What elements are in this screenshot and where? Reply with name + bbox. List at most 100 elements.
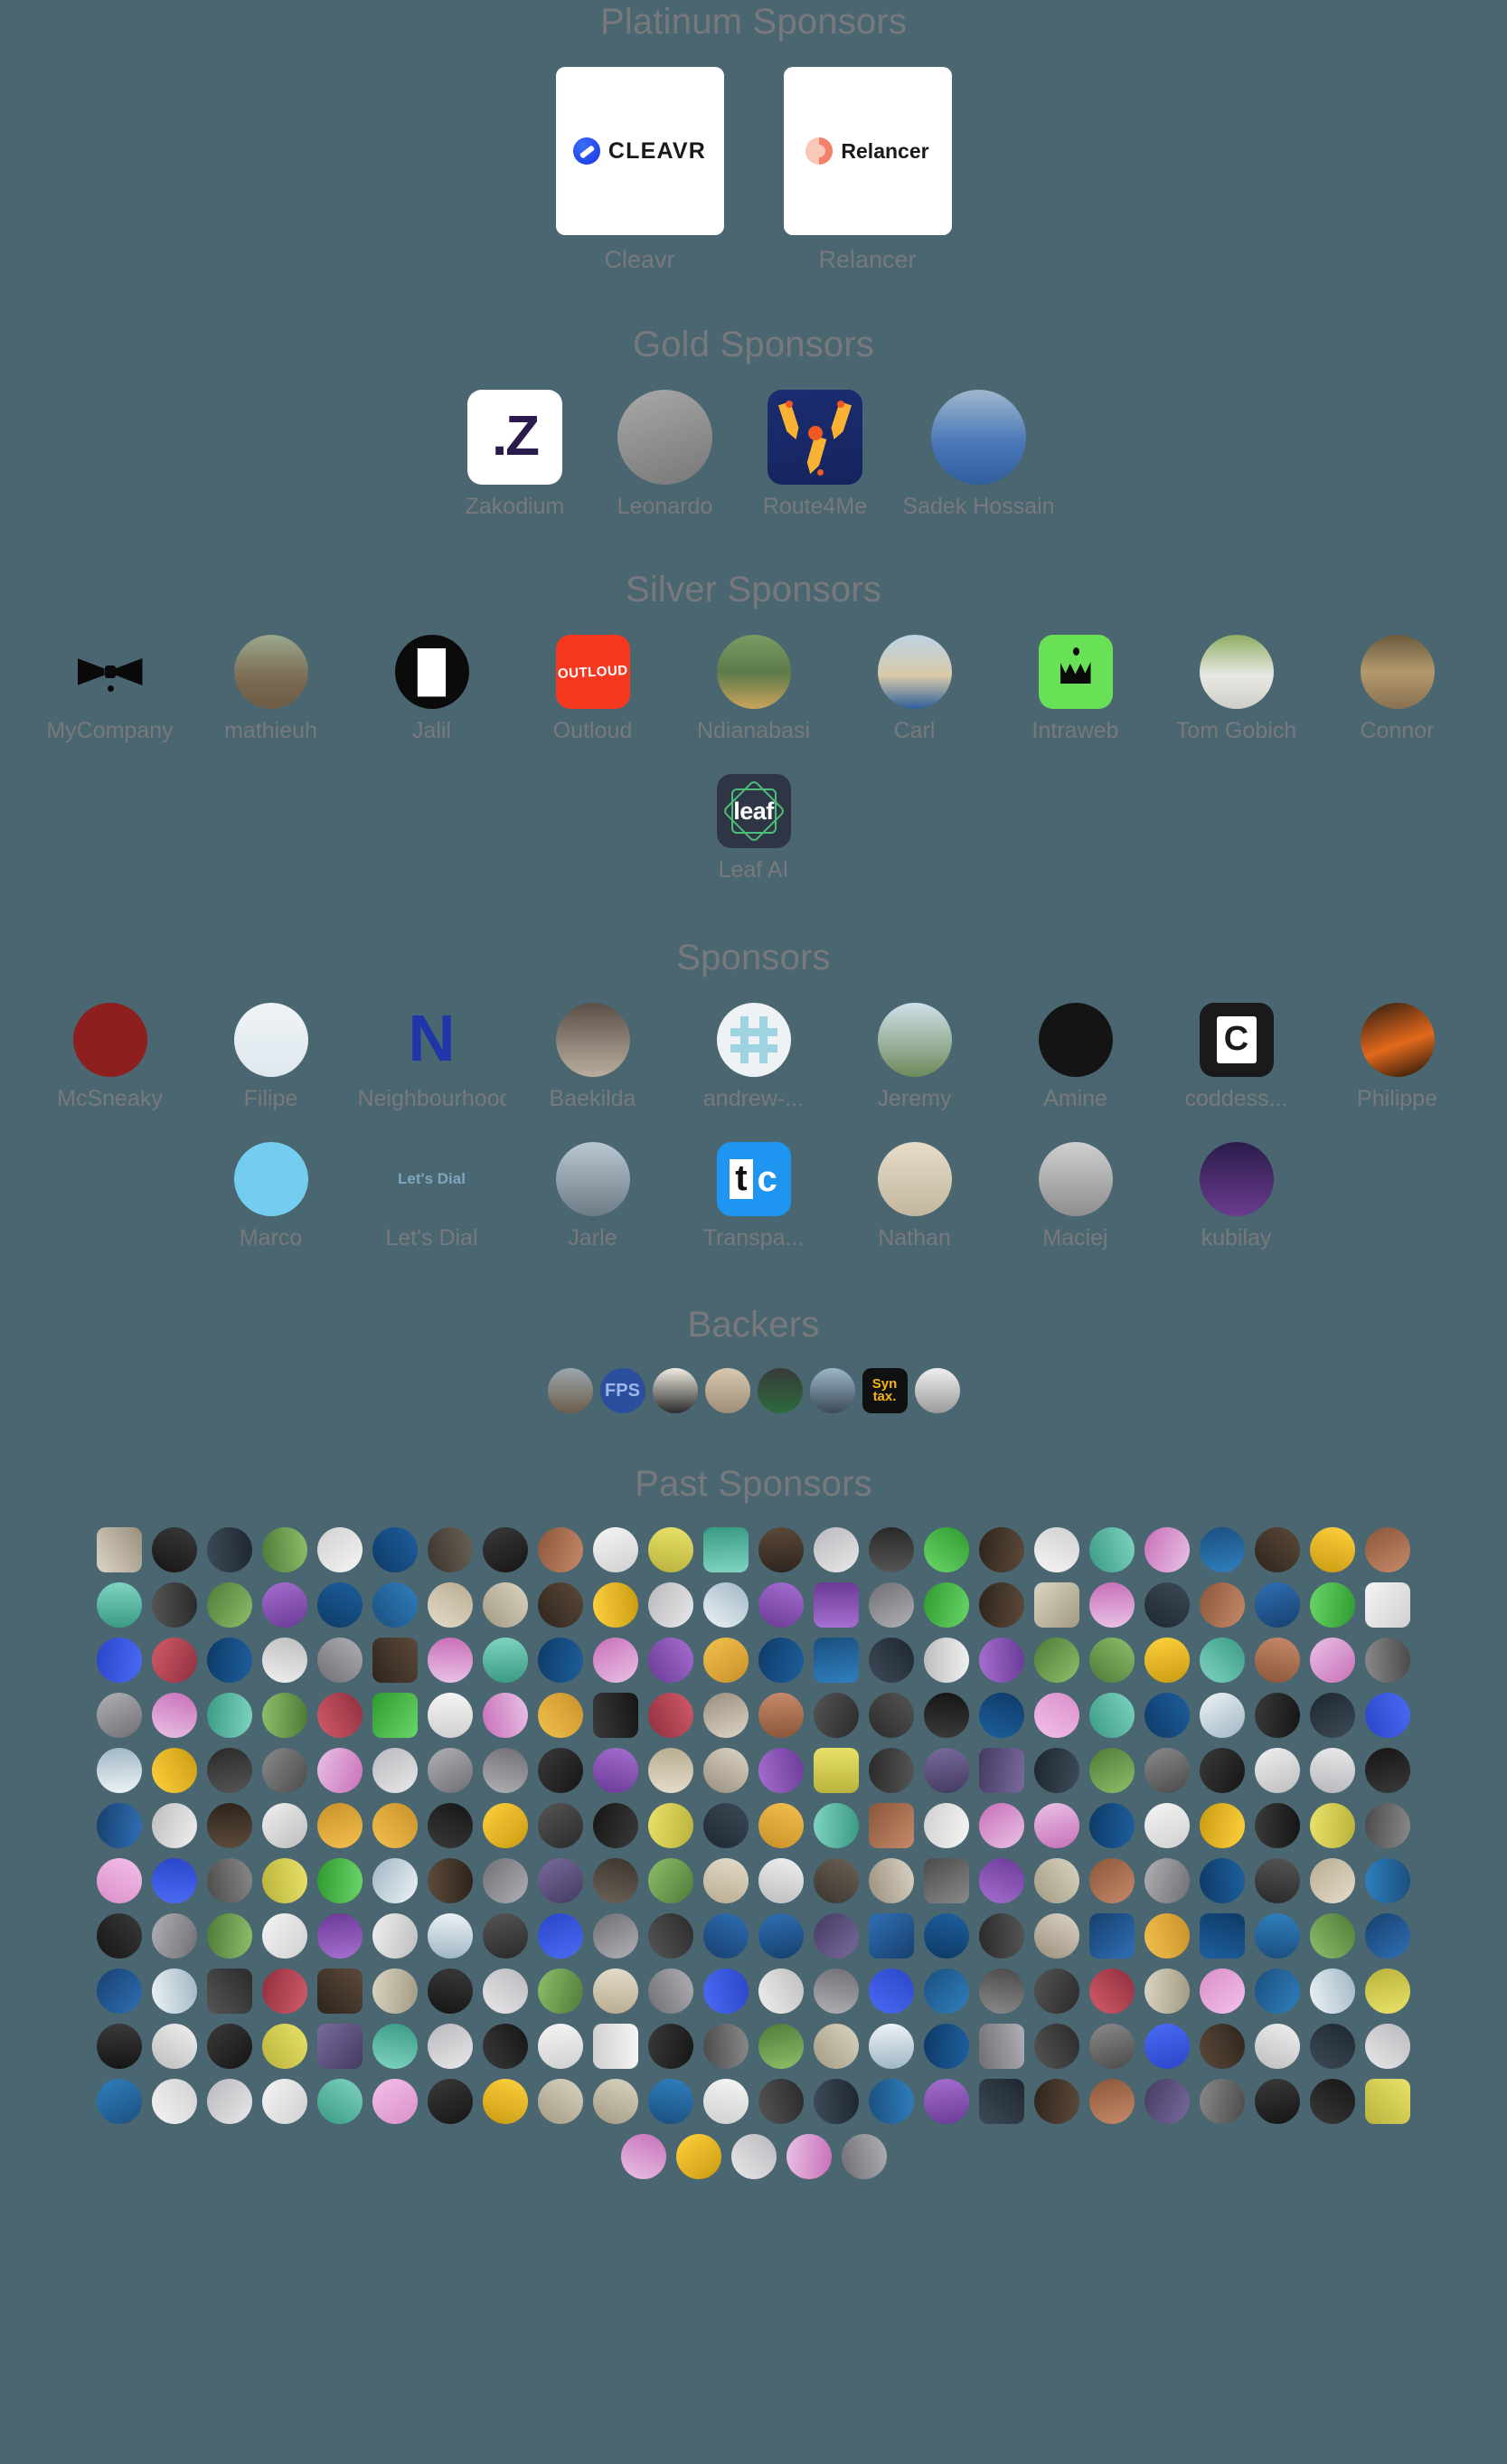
past-sponsor-avatar[interactable] [1089,2024,1135,2069]
past-sponsor-avatar[interactable] [1144,1968,1190,2014]
sponsor-logo-cleavr[interactable]: CLEAVR [555,67,724,235]
past-sponsor-avatar[interactable] [703,1913,749,1959]
past-sponsor-avatar[interactable] [1089,1803,1135,1848]
sponsor-nathan[interactable]: Nathan [841,1141,989,1252]
past-sponsor-avatar[interactable] [1255,1968,1300,2014]
sponsor-logo-lets-dial[interactable]: Let's Dial [394,1141,469,1216]
past-sponsor-avatar[interactable] [317,1638,363,1683]
past-sponsor-avatar[interactable] [372,1803,418,1848]
past-sponsor-avatar[interactable] [1310,1803,1355,1848]
past-sponsor-avatar[interactable] [1144,1527,1190,1572]
past-sponsor-avatar[interactable] [979,1527,1024,1572]
past-sponsor-avatar[interactable] [372,2024,418,2069]
past-sponsor-avatar[interactable] [372,1582,418,1628]
sponsor-philippe[interactable]: Philippe [1323,1002,1472,1113]
past-sponsor-avatar[interactable] [814,1913,859,1959]
past-sponsor-avatar[interactable] [814,2024,859,2069]
sponsor-lets-dial[interactable]: Let's Dial Let's Dial [358,1141,506,1252]
past-sponsor-avatar[interactable] [97,1638,142,1683]
sponsor-avatar-jarle[interactable] [555,1141,630,1216]
past-sponsor-avatar[interactable] [538,1748,583,1793]
past-sponsor-avatar[interactable] [152,1748,197,1793]
past-sponsor-avatar[interactable] [869,1693,914,1738]
sponsor-logo-neighbourhoodie[interactable]: N [394,1002,469,1077]
past-sponsor-avatar[interactable] [317,1748,363,1793]
sponsor-avatar-maciej[interactable] [1038,1141,1113,1216]
sponsor-ndianabasi[interactable]: Ndianabasi [680,635,828,745]
past-sponsor-avatar[interactable] [869,1638,914,1683]
past-sponsor-avatar[interactable] [1200,1527,1245,1572]
past-sponsor-avatar[interactable] [1089,1582,1135,1628]
past-sponsor-avatar[interactable] [979,1693,1024,1738]
past-sponsor-avatar[interactable] [924,1693,969,1738]
past-sponsor-avatar[interactable] [593,1858,638,1903]
past-sponsor-avatar[interactable] [1144,1803,1190,1848]
past-sponsor-avatar[interactable] [703,1803,749,1848]
past-sponsor-avatar[interactable] [593,1527,638,1572]
past-sponsor-avatar[interactable] [1200,2024,1245,2069]
past-sponsor-avatar[interactable] [924,1748,969,1793]
past-sponsor-avatar[interactable] [428,1858,473,1903]
past-sponsor-avatar[interactable] [648,1913,693,1959]
backer-avatar[interactable] [547,1368,593,1413]
past-sponsor-avatar[interactable] [1255,1638,1300,1683]
past-sponsor-avatar[interactable] [1365,1748,1410,1793]
past-sponsor-avatar[interactable] [317,1968,363,2014]
sponsor-mcsneaky[interactable]: McSneaky [36,1002,184,1113]
past-sponsor-avatar[interactable] [758,1858,804,1903]
past-sponsor-avatar[interactable] [1200,1803,1245,1848]
past-sponsor-avatar[interactable] [703,1968,749,2014]
past-sponsor-avatar[interactable] [703,2079,749,2124]
past-sponsor-avatar[interactable] [758,1913,804,1959]
past-sponsor-avatar[interactable] [1034,1803,1079,1848]
past-sponsor-avatar[interactable] [1200,2079,1245,2124]
past-sponsor-avatar[interactable] [207,1748,252,1793]
past-sponsor-avatar[interactable] [814,1748,859,1793]
sponsor-avatar-jalil[interactable]: █ [394,635,469,709]
backer-avatar[interactable] [757,1368,803,1413]
past-sponsor-avatar[interactable] [1034,1582,1079,1628]
backer-avatar[interactable] [809,1368,855,1413]
past-sponsor-avatar[interactable] [372,1748,418,1793]
past-sponsor-avatar[interactable] [1089,1913,1135,1959]
past-sponsor-avatar[interactable] [703,1748,749,1793]
past-sponsor-avatar[interactable] [593,1748,638,1793]
past-sponsor-avatar[interactable] [207,1582,252,1628]
past-sponsor-avatar[interactable] [1034,1858,1079,1903]
past-sponsor-avatar[interactable] [428,1527,473,1572]
past-sponsor-avatar[interactable] [648,1803,693,1848]
sponsor-leaf-ai[interactable]: leaf Leaf AI [680,774,828,884]
past-sponsor-avatar[interactable] [814,1527,859,1572]
past-sponsor-avatar[interactable] [483,1803,528,1848]
sponsor-avatar-nathan[interactable] [877,1141,952,1216]
past-sponsor-avatar[interactable] [869,2024,914,2069]
sponsor-avatar-baekilda[interactable] [555,1002,630,1077]
past-sponsor-avatar[interactable] [372,1638,418,1683]
past-sponsor-avatar[interactable] [924,1858,969,1903]
past-sponsor-avatar[interactable] [428,1803,473,1848]
past-sponsor-avatar[interactable] [152,1582,197,1628]
past-sponsor-avatar[interactable] [428,1913,473,1959]
sponsor-leonardo[interactable]: Leonardo [602,389,729,521]
sponsor-mathieuh[interactable]: mathieuh [197,635,345,745]
past-sponsor-avatar[interactable] [97,1913,142,1959]
past-sponsor-avatar[interactable] [483,1693,528,1738]
past-sponsor-avatar[interactable] [814,1582,859,1628]
past-sponsor-avatar[interactable] [97,1858,142,1903]
past-sponsor-avatar[interactable] [1089,1693,1135,1738]
past-sponsor-avatar[interactable] [924,2079,969,2124]
sponsor-route4me[interactable]: Route4Me [752,389,879,521]
sponsor-avatar-marco[interactable] [233,1141,308,1216]
past-sponsor-avatar[interactable] [372,1913,418,1959]
past-sponsor-avatar[interactable] [483,2024,528,2069]
past-sponsor-avatar[interactable] [152,2079,197,2124]
past-sponsor-avatar[interactable] [1200,1748,1245,1793]
past-sponsor-avatar[interactable] [483,1913,528,1959]
past-sponsor-avatar[interactable] [814,2079,859,2124]
past-sponsor-avatar[interactable] [428,2024,473,2069]
past-sponsor-avatar[interactable] [97,2079,142,2124]
past-sponsor-avatar[interactable] [538,1913,583,1959]
past-sponsor-avatar[interactable] [1255,1582,1300,1628]
past-sponsor-avatar[interactable] [979,1858,1024,1903]
sponsor-logo-transpa[interactable]: tc [716,1141,791,1216]
